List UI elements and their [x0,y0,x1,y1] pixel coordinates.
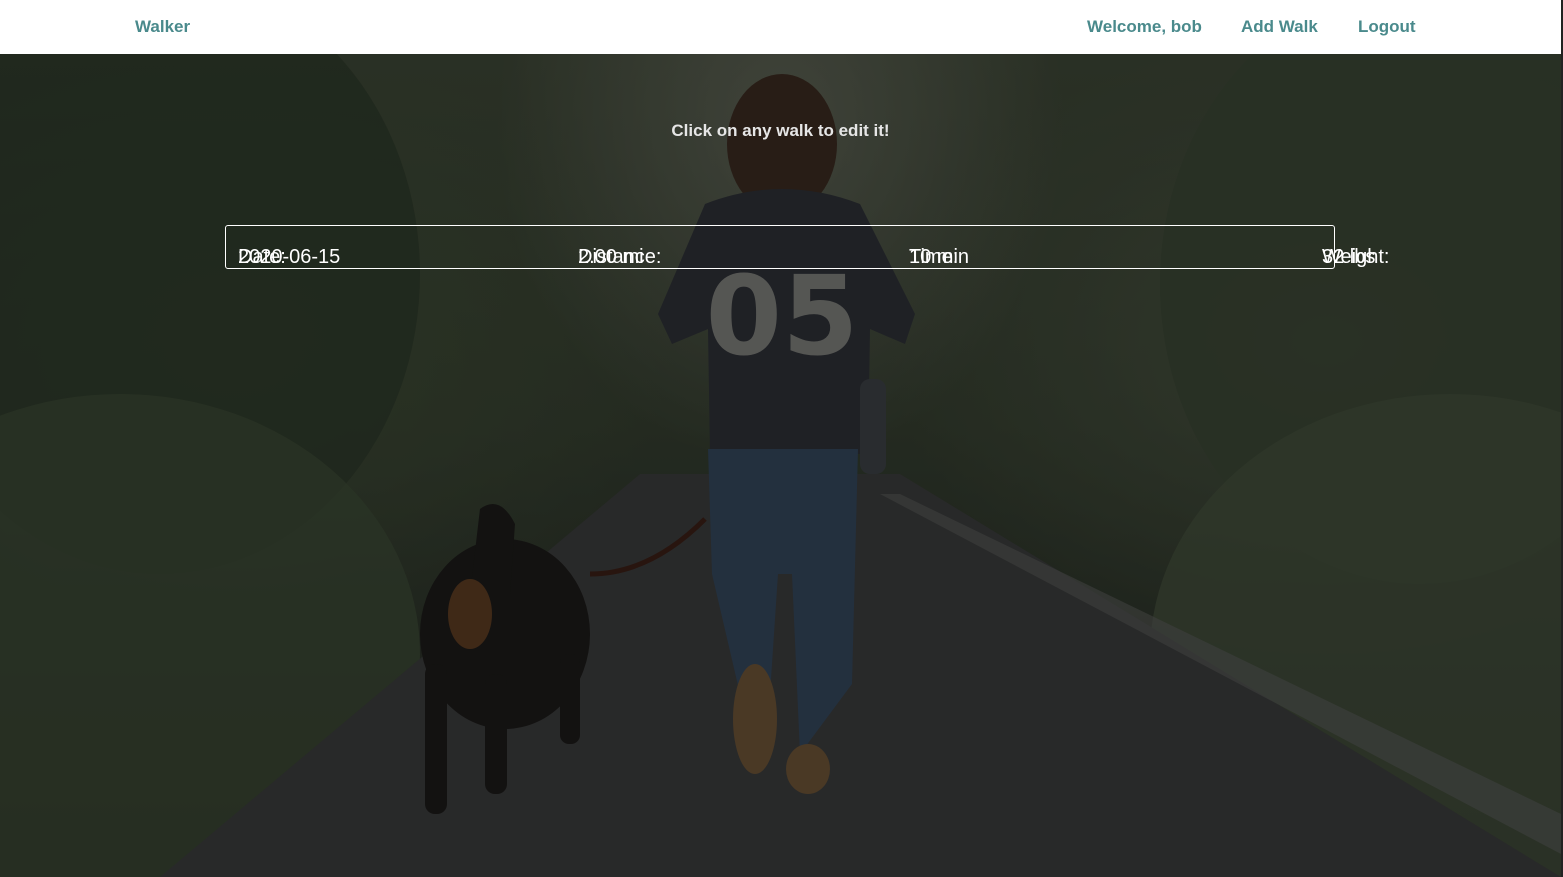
edit-instruction: Click on any walk to edit it! [671,121,890,140]
walk-date-value: 2020-06-15 [238,246,341,268]
welcome-user-link[interactable]: Welcome, bob [1087,17,1202,37]
logout-link[interactable]: Logout [1358,17,1416,37]
dark-overlay [0,54,1561,877]
add-walk-link[interactable]: Add Walk [1241,17,1318,37]
background-photo: 05 [0,54,1561,877]
walk-time-value: 10 min [909,246,970,268]
walk-weight-value: 32 lbs [1322,246,1376,268]
brand-link[interactable]: Walker [135,17,190,37]
navbar: Walker Welcome, bob Add Walk Logout [0,0,1561,54]
walk-entry-row[interactable]: Date: 2020-06-15 Distance: 2.00 mi Time: 10… [225,225,1389,269]
walk-distance-value: 2.00 mi [578,246,644,268]
